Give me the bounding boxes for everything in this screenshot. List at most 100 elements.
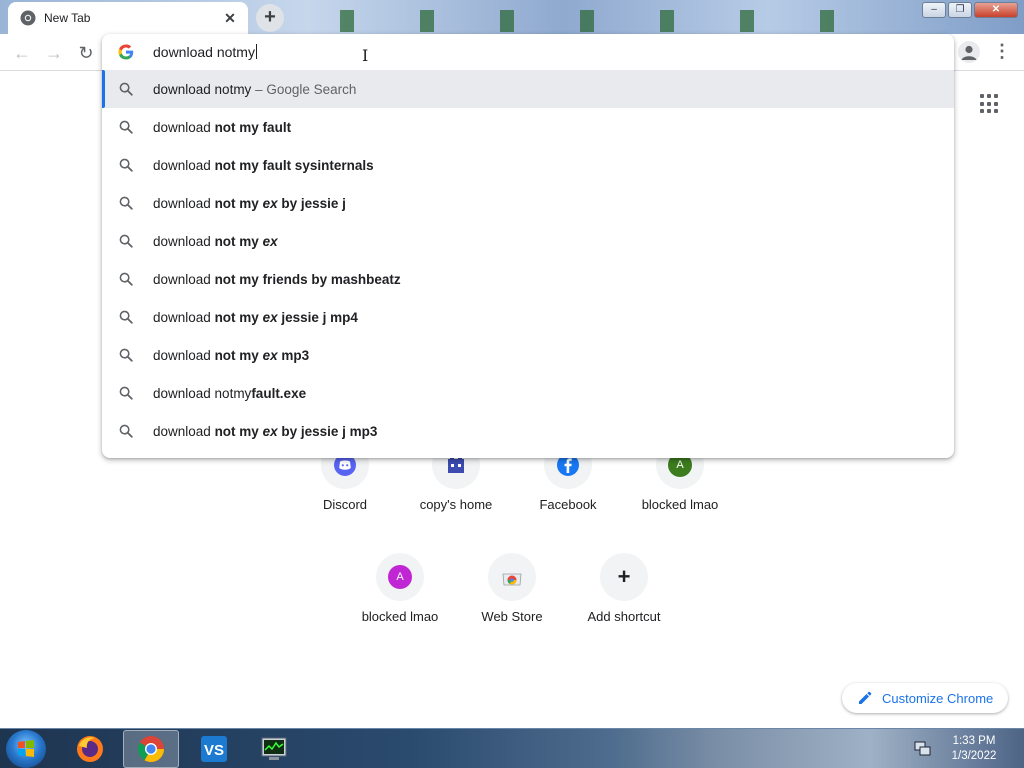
suggestion-item[interactable]: download not my fault sysinternals	[102, 146, 954, 184]
tab-new-tab[interactable]: New Tab ✕	[8, 2, 248, 34]
suggestion-text-part: download	[153, 119, 215, 135]
shortcut-label: Facebook	[539, 497, 597, 512]
suggestion-text: download not my ex mp3	[153, 348, 309, 363]
shortcut-tile[interactable]: Web Store	[456, 553, 568, 665]
suggestion-text-part: ex	[262, 423, 278, 439]
search-icon	[119, 82, 133, 96]
suggestion-text-part: download notmy	[153, 385, 252, 401]
wallpaper-deco	[580, 10, 594, 32]
forward-button[interactable]: →	[42, 41, 66, 65]
new-tab-button[interactable]: +	[256, 4, 284, 32]
customize-chrome-button[interactable]: Customize Chrome	[842, 683, 1008, 713]
restore-button[interactable]: ❐	[948, 2, 972, 18]
search-icon	[119, 386, 133, 400]
suggestion-item[interactable]: download notmyfault.exe	[102, 374, 954, 412]
start-button[interactable]	[6, 730, 46, 768]
suggestion-item[interactable]: download not my ex mp3	[102, 336, 954, 374]
address-bar[interactable]: download notmy I	[102, 34, 954, 70]
suggestion-text-part: by jessie j	[277, 195, 346, 211]
suggestion-item[interactable]: download not my friends by mashbeatz	[102, 260, 954, 298]
omnibox-dropdown: download notmy I download notmy – Google…	[102, 34, 954, 458]
tab-title: New Tab	[44, 11, 91, 25]
window-controls: – ❐ ✕	[922, 2, 1018, 18]
shortcut-icon-container: +	[600, 553, 648, 601]
tab-close-icon[interactable]: ✕	[222, 10, 238, 26]
taskbar-firefox[interactable]	[62, 730, 118, 768]
wallpaper-deco	[340, 10, 354, 32]
suggestion-text-part: not my fault	[214, 119, 292, 135]
suggestion-text: download not my fault	[153, 120, 291, 135]
suggestion-text-part: not my friends by mashbeatz	[214, 271, 401, 287]
text-caret	[255, 44, 257, 59]
google-g-icon	[118, 44, 134, 60]
pencil-icon	[859, 691, 872, 704]
person-icon	[961, 45, 977, 60]
shortcut-label: copy's home	[419, 497, 493, 512]
suggestion-item[interactable]: download not my ex by jessie j	[102, 184, 954, 222]
shortcut-tile[interactable]: Ablocked lmao	[344, 553, 456, 665]
wallpaper-deco	[500, 10, 514, 32]
network-icon[interactable]	[912, 733, 932, 763]
windows-logo-icon	[18, 740, 34, 757]
suggestion-text-part: jessie j mp4	[277, 309, 358, 325]
search-icon	[119, 310, 133, 324]
firefox-icon	[77, 736, 103, 762]
suggestion-text-part: download	[153, 271, 215, 287]
reload-button[interactable]: ↻	[74, 41, 98, 65]
search-icon	[119, 424, 133, 438]
search-icon	[119, 196, 133, 210]
shortcut-label: Add shortcut	[587, 609, 661, 624]
google-apps-icon[interactable]	[980, 94, 1000, 114]
suggestion-text: download notmy – Google Search	[153, 82, 356, 97]
suggestion-text: download not my friends by mashbeatz	[153, 272, 401, 287]
clock-time: 1:33 PM	[952, 735, 996, 747]
suggestion-text-part: not my	[214, 347, 263, 363]
suggestion-text-part: ex	[262, 347, 278, 363]
suggestion-text: download not my ex jessie j mp4	[153, 310, 358, 325]
suggestion-item[interactable]: download notmy – Google Search	[102, 70, 954, 108]
suggestion-text-part: download	[153, 309, 215, 325]
suggestion-text-part: not my	[214, 309, 263, 325]
suggestion-text-part: ex	[262, 233, 278, 249]
profile-avatar-button[interactable]	[958, 41, 980, 63]
suggestion-item[interactable]: download not my ex jessie j mp4	[102, 298, 954, 336]
shortcut-label: Discord	[322, 497, 368, 512]
suggestion-text-part: fault.exe	[251, 385, 307, 401]
add-shortcut-tile[interactable]: + Add shortcut	[568, 553, 680, 665]
shortcut-label: Web Store	[481, 609, 543, 624]
suggestion-text: download notmyfault.exe	[153, 386, 306, 401]
wallpaper-deco	[660, 10, 674, 32]
taskbar-chrome[interactable]	[123, 730, 179, 768]
suggestion-text: download not my ex by jessie j	[153, 196, 346, 211]
suggestion-text: download not my ex by jessie j mp3	[153, 424, 377, 439]
suggestion-text-part: not my	[214, 195, 263, 211]
mouse-ibeam-cursor: I	[362, 46, 369, 65]
chrome-favicon-icon	[20, 10, 36, 26]
suggestion-text: download not my fault sysinternals	[153, 158, 374, 173]
wallpaper-deco	[420, 10, 434, 32]
suggestion-text-part: download	[153, 347, 215, 363]
chrome-menu-button[interactable]: ⋮	[992, 40, 1012, 64]
letter-avatar-icon: A	[388, 565, 412, 589]
suggestion-text-part: – Google Search	[251, 81, 357, 97]
system-clock[interactable]: 1:33 PM 1/3/2022	[940, 734, 1008, 764]
wallpaper-deco	[740, 10, 754, 32]
shortcut-label: blocked lmao	[361, 609, 439, 624]
wallpaper-deco	[820, 10, 834, 32]
suggestion-text-part: mp3	[277, 347, 310, 363]
taskbar-vscode[interactable]: VS	[186, 730, 242, 768]
suggestion-text-part: not my	[214, 423, 263, 439]
close-window-button[interactable]: ✕	[974, 2, 1018, 18]
suggestion-item[interactable]: download not my ex by jessie j mp3	[102, 412, 954, 450]
taskbar-task-manager[interactable]	[246, 730, 302, 768]
webstore-icon	[500, 565, 524, 589]
suggestion-item[interactable]: download not my ex	[102, 222, 954, 260]
omnibox-input[interactable]: download notmy	[153, 44, 257, 60]
back-button[interactable]: ←	[10, 41, 34, 65]
suggestion-item[interactable]: download not my fault	[102, 108, 954, 146]
svg-text:VS: VS	[204, 742, 224, 759]
minimize-button[interactable]: –	[922, 2, 946, 18]
suggestion-text-part: not my	[214, 233, 263, 249]
suggestion-text-part: not my fault sysinternals	[214, 157, 374, 173]
search-icon	[119, 348, 133, 362]
